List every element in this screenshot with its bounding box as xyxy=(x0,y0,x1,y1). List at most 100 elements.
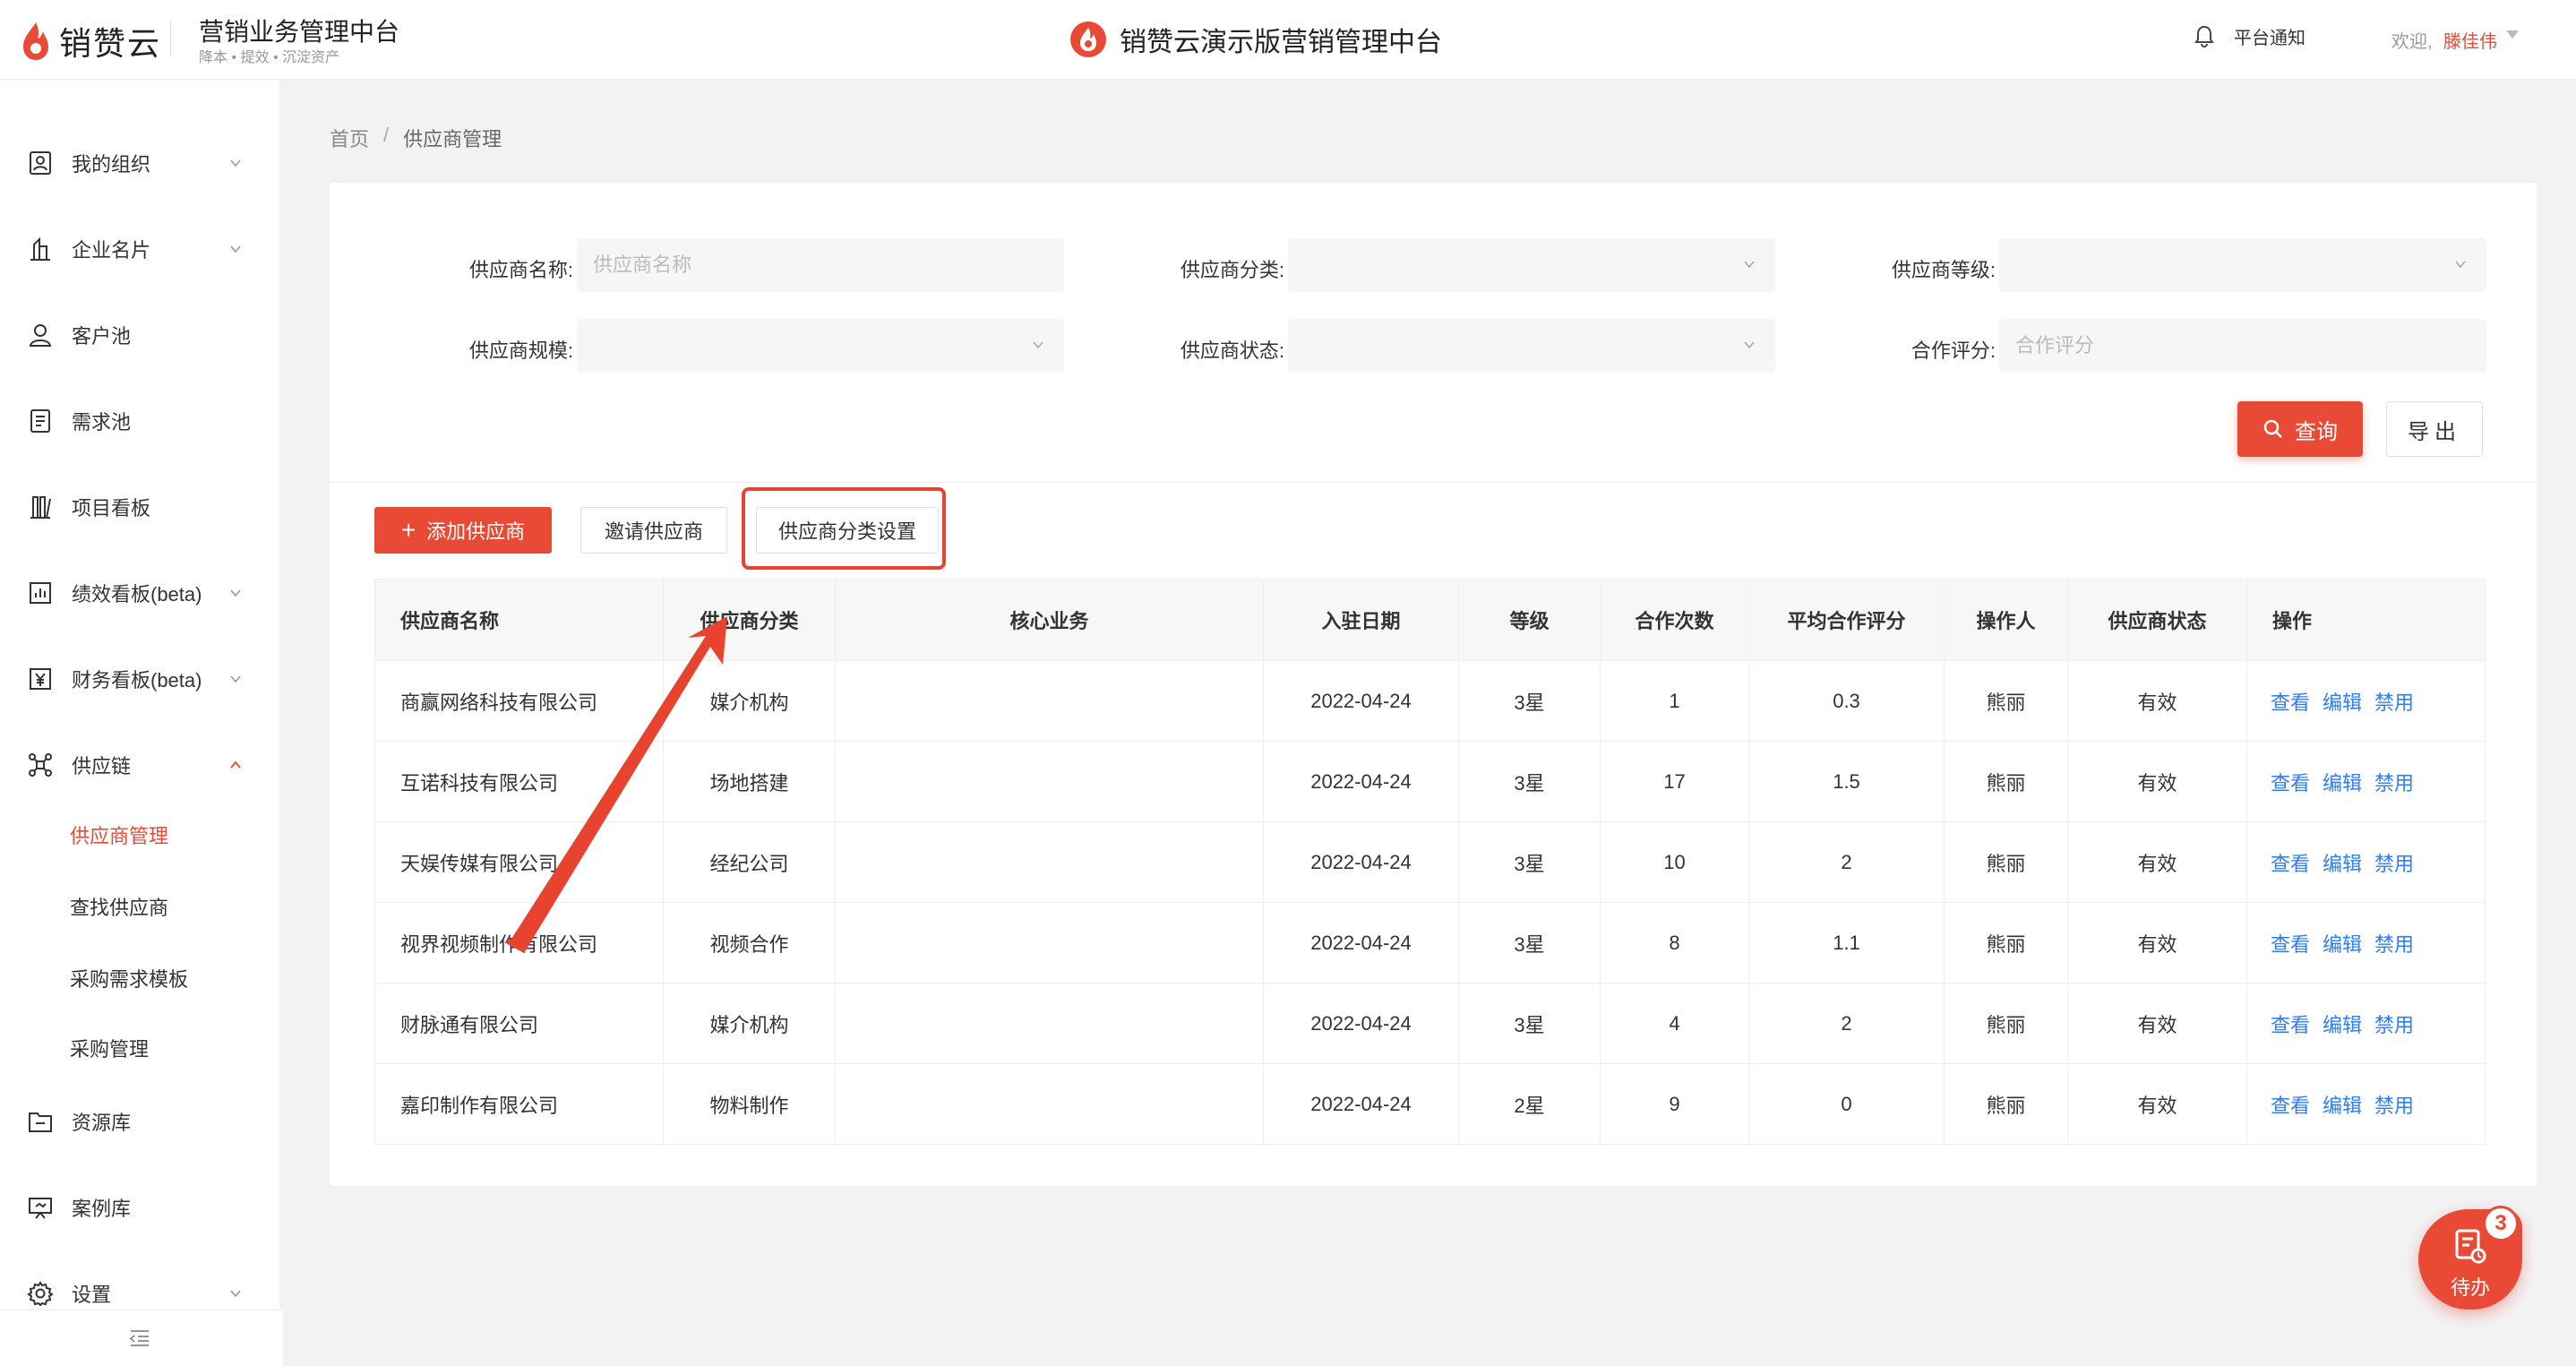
disable-link[interactable]: 禁用 xyxy=(2374,853,2414,875)
cell-level: 3星 xyxy=(1458,660,1601,742)
cooperation-rating-field[interactable] xyxy=(1999,319,2486,373)
chart-icon xyxy=(30,582,51,604)
building-icon xyxy=(30,236,50,261)
invite-supplier-button[interactable]: 邀请供应商 xyxy=(580,507,727,554)
cell-count: 9 xyxy=(1600,1063,1749,1145)
sidebar-item-supply-chain[interactable]: 供应链 xyxy=(0,738,279,792)
sidebar-item-label: 项目看板 xyxy=(72,497,151,520)
supplier-status-select[interactable] xyxy=(1288,319,1775,373)
username[interactable]: 滕佳伟 xyxy=(2443,27,2497,53)
cell-status: 有效 xyxy=(2067,660,2247,742)
search-icon xyxy=(2263,419,2282,438)
sidebar-subitem-supplier-management[interactable]: 供应商管理 xyxy=(0,810,279,860)
col-header-operator: 操作人 xyxy=(1944,579,2068,661)
sidebar-item-label: 绩效看板(beta) xyxy=(72,583,202,606)
breadcrumb-separator: / xyxy=(383,124,390,146)
sidebar-item-label: 财务看板(beta) xyxy=(72,669,202,692)
view-link[interactable]: 查看 xyxy=(2271,1095,2310,1117)
sidebar-subitem-purchase-template[interactable]: 采购需求模板 xyxy=(0,953,279,1003)
folder-icon xyxy=(29,1113,52,1132)
collapse-menu-icon[interactable] xyxy=(129,1328,150,1348)
supplier-scale-select[interactable] xyxy=(577,319,1064,373)
sidebar-item-label: 案例库 xyxy=(72,1198,132,1220)
cell-category: 场地搭建 xyxy=(663,741,836,822)
sidebar-item-company-card[interactable]: 企业名片 xyxy=(0,222,279,276)
query-button-label: 查询 xyxy=(2295,419,2338,444)
sidebar-subitem-label: 供应商管理 xyxy=(70,825,169,847)
edit-link[interactable]: 编辑 xyxy=(2323,692,2362,714)
chevron-down-icon xyxy=(230,589,241,597)
sidebar-item-resource-library[interactable]: 资源库 xyxy=(0,1095,279,1148)
edit-link[interactable]: 编辑 xyxy=(2323,1095,2362,1117)
supplier-category-select[interactable] xyxy=(1288,238,1775,292)
caret-down-icon[interactable] xyxy=(2506,30,2519,39)
cell-level: 3星 xyxy=(1458,741,1601,822)
board-icon xyxy=(30,496,51,519)
cell-actions: 查看 编辑 禁用 xyxy=(2246,821,2486,903)
cell-operator: 熊丽 xyxy=(1944,660,2068,742)
cell-join-date: 2022-04-24 xyxy=(1263,983,1459,1064)
chevron-down-icon xyxy=(230,245,241,253)
col-header-core-business: 核心业务 xyxy=(835,579,1264,661)
cell-join-date: 2022-04-24 xyxy=(1263,821,1459,903)
disable-link[interactable]: 禁用 xyxy=(2374,933,2414,956)
sidebar-item-demand-pool[interactable]: 需求池 xyxy=(0,394,279,448)
cell-avg-rating: 0 xyxy=(1748,1063,1945,1145)
cell-name: 天娱传媒有限公司 xyxy=(374,821,664,903)
welcome-text: 欢迎, xyxy=(2391,32,2433,52)
edit-link[interactable]: 编辑 xyxy=(2323,772,2362,795)
view-link[interactable]: 查看 xyxy=(2271,692,2310,714)
disable-link[interactable]: 禁用 xyxy=(2374,1014,2414,1036)
cell-name: 视界视频制作有限公司 xyxy=(374,902,664,984)
edit-link[interactable]: 编辑 xyxy=(2323,1014,2362,1036)
view-link[interactable]: 查看 xyxy=(2271,1014,2310,1036)
sidebar-item-finance-board[interactable]: 财务看板(beta) xyxy=(0,652,279,706)
cell-avg-rating: 0.3 xyxy=(1748,660,1945,742)
sidebar-item-project-board[interactable]: 项目看板 xyxy=(0,480,279,534)
export-button[interactable]: 导出 xyxy=(2386,401,2483,457)
view-link[interactable]: 查看 xyxy=(2271,933,2310,956)
presentation-icon xyxy=(29,1198,52,1219)
supplier-level-label: 供应商等级: xyxy=(1891,259,1996,281)
sidebar-item-org[interactable]: 我的组织 xyxy=(0,136,279,190)
view-link[interactable]: 查看 xyxy=(2271,772,2310,795)
supplier-name-input[interactable] xyxy=(577,238,1064,292)
sidebar-item-case-library[interactable]: 案例库 xyxy=(0,1181,279,1234)
sidebar-item-performance-board[interactable]: 绩效看板(beta) xyxy=(0,566,279,620)
query-button[interactable]: 查询 xyxy=(2237,401,2363,457)
sidebar-subitem-label: 查找供应商 xyxy=(70,897,169,919)
breadcrumb-home[interactable]: 首页 xyxy=(330,124,369,152)
cell-level: 3星 xyxy=(1458,821,1601,903)
sidebar-subitem-find-supplier[interactable]: 查找供应商 xyxy=(0,881,279,932)
supplier-name-field[interactable] xyxy=(577,238,1064,292)
sidebar-item-customer-pool[interactable]: 客户池 xyxy=(0,308,279,362)
sidebar-item-label: 企业名片 xyxy=(72,239,151,262)
cell-actions: 查看 编辑 禁用 xyxy=(2246,741,2486,822)
edit-link[interactable]: 编辑 xyxy=(2323,853,2362,875)
yen-icon xyxy=(30,668,51,690)
platform-notice[interactable]: 平台通知 xyxy=(2194,23,2306,49)
supplier-level-select[interactable] xyxy=(1999,238,2486,292)
disable-link[interactable]: 禁用 xyxy=(2374,1095,2414,1117)
disable-link[interactable]: 禁用 xyxy=(2374,772,2414,795)
disable-link[interactable]: 禁用 xyxy=(2374,692,2414,714)
center-title-text: 销赞云演示版营销管理中台 xyxy=(1120,28,1442,57)
cooperation-rating-input[interactable] xyxy=(1999,319,2486,373)
brand-mark-icon xyxy=(1070,21,1106,57)
logo-text: 销赞云 xyxy=(59,25,162,62)
plus-icon: + xyxy=(400,516,416,544)
brand-title: 营销业务管理中台 xyxy=(199,18,400,46)
add-supplier-button[interactable]: + 添加供应商 xyxy=(374,507,552,554)
sidebar-subitem-label: 采购管理 xyxy=(70,1038,150,1061)
sidebar-subitem-purchase-management[interactable]: 采购管理 xyxy=(0,1023,279,1073)
cell-level: 3星 xyxy=(1458,983,1601,1064)
table-row: 财脉通有限公司 媒介机构 2022-04-24 3星 4 2 熊丽 有效 查看编… xyxy=(374,983,2486,1064)
view-link[interactable]: 查看 xyxy=(2271,853,2310,875)
edit-link[interactable]: 编辑 xyxy=(2323,933,2362,956)
cell-actions: 查看 编辑 禁用 xyxy=(2246,1063,2486,1145)
chevron-down-icon xyxy=(1744,261,1755,269)
logo[interactable]: 销赞云 xyxy=(20,18,161,64)
gear-icon xyxy=(27,1281,54,1307)
cell-operator: 熊丽 xyxy=(1944,1063,2068,1145)
cell-count: 8 xyxy=(1600,902,1749,984)
